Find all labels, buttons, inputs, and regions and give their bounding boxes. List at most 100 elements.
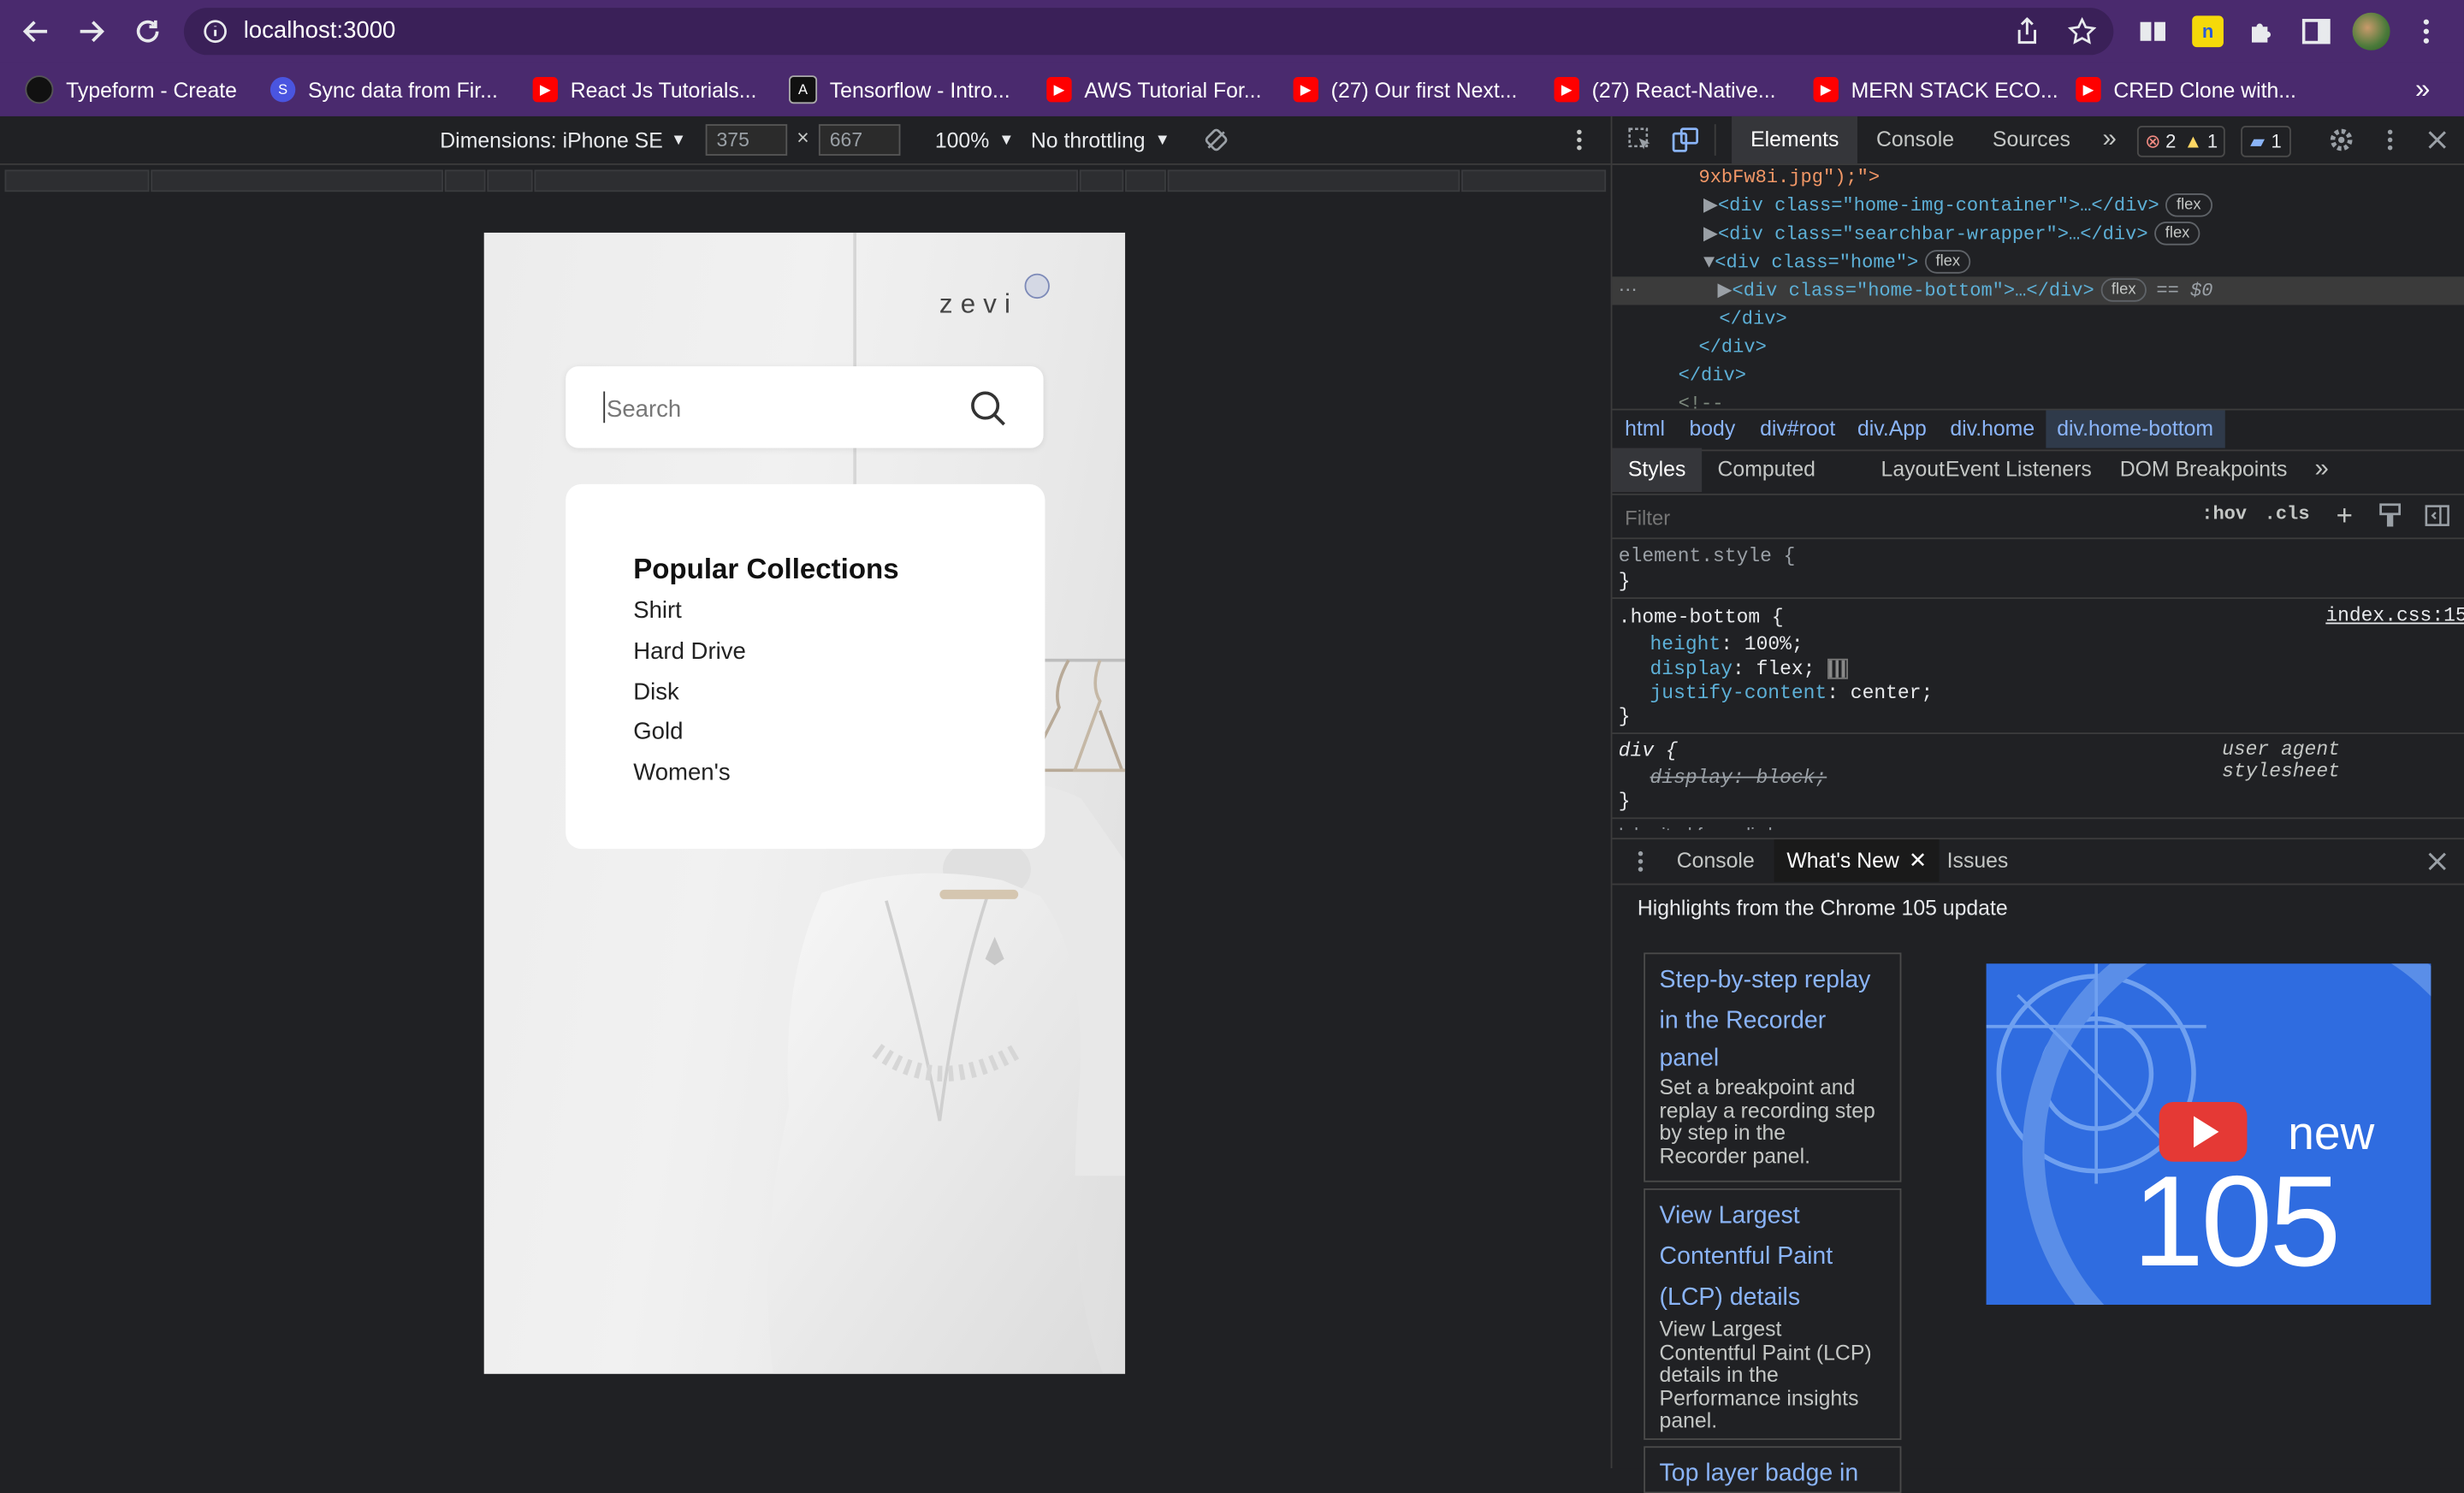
more-bookmarks-button[interactable]: » bbox=[2415, 62, 2430, 116]
bookmark-item[interactable]: ▶ CRED Clone with... bbox=[2076, 62, 2296, 116]
expand-triangle-icon[interactable]: ▶ bbox=[1703, 195, 1718, 217]
tab-search-icon[interactable] bbox=[2137, 15, 2169, 47]
bookmark-star-icon[interactable] bbox=[2066, 15, 2098, 47]
dom-node[interactable]: </div> bbox=[1612, 305, 2464, 333]
breadcrumb-item[interactable]: div.App bbox=[1846, 411, 1938, 448]
bookmark-item[interactable]: ▶ React Js Tutorials... bbox=[532, 62, 756, 116]
bookmark-item[interactable]: S Sync data from Fir... bbox=[270, 62, 498, 116]
bookmark-item[interactable]: Typeform - Create bbox=[25, 62, 237, 116]
forward-arrow-icon[interactable] bbox=[69, 9, 113, 53]
breadcrumb-item[interactable]: body bbox=[1679, 411, 1746, 448]
device-select[interactable]: Dimensions: iPhone SE ▼ bbox=[440, 116, 686, 163]
side-panel-icon[interactable] bbox=[2301, 15, 2332, 47]
collapse-triangle-icon[interactable]: ▼ bbox=[1703, 252, 1715, 274]
feature-card[interactable]: Step-by-step replay in the Recorder pane… bbox=[1644, 952, 1902, 1182]
media-query-segment[interactable] bbox=[444, 169, 486, 193]
drawer-tab-issues[interactable]: Issues bbox=[1934, 839, 2021, 882]
flex-badge[interactable]: flex bbox=[1924, 250, 1971, 275]
dom-node[interactable]: ▶<div class="searchbar-wrapper">…</div> f… bbox=[1612, 220, 2464, 248]
devtools-menu-icon[interactable] bbox=[2376, 126, 2404, 154]
info-icon[interactable] bbox=[203, 19, 228, 44]
flex-badge[interactable]: flex bbox=[2165, 193, 2212, 218]
kebab-menu-icon[interactable] bbox=[2410, 15, 2442, 47]
css-property[interactable]: height: 100%; bbox=[1650, 632, 1804, 657]
tab-sources[interactable]: Sources bbox=[1974, 116, 2089, 163]
bookmark-item[interactable]: ▶ AWS Tutorial For... bbox=[1046, 62, 1261, 116]
settings-gear-icon[interactable] bbox=[2327, 126, 2355, 154]
height-input[interactable] bbox=[818, 124, 901, 156]
dom-node[interactable]: <!-- bbox=[1612, 390, 2464, 408]
source-link[interactable]: index.css:15 bbox=[2325, 605, 2464, 627]
css-property[interactable]: justify-content: center; bbox=[1650, 681, 1934, 706]
breadcrumb-item[interactable]: html bbox=[1614, 411, 1676, 448]
extensions-puzzle-icon[interactable] bbox=[2246, 15, 2277, 47]
collection-item[interactable]: Hard Drive bbox=[633, 638, 746, 665]
drawer-menu-icon[interactable] bbox=[1628, 847, 1653, 875]
flexbox-editor-icon[interactable] bbox=[1827, 659, 1848, 680]
close-tab-icon[interactable]: ✕ bbox=[1909, 839, 1928, 882]
element-style-rule[interactable]: element.style { bbox=[1619, 544, 1796, 569]
media-query-segment[interactable] bbox=[151, 169, 443, 193]
tab-computed[interactable]: Computed bbox=[1702, 448, 1831, 492]
bookmark-item[interactable]: ▶ (27) Our first Next... bbox=[1293, 62, 1517, 116]
expand-triangle-icon[interactable]: ▶ bbox=[1703, 223, 1718, 246]
media-query-segment[interactable] bbox=[1167, 169, 1460, 193]
bookmark-item[interactable]: A Tensorflow - Intro... bbox=[789, 62, 1010, 116]
media-query-segment[interactable] bbox=[1125, 169, 1166, 193]
throttling-select[interactable]: No throttling ▼ bbox=[1031, 116, 1170, 163]
close-icon[interactable] bbox=[2423, 126, 2451, 154]
device-toggle-icon[interactable] bbox=[1672, 126, 1700, 154]
collection-item[interactable]: Gold bbox=[633, 719, 683, 745]
address-bar[interactable]: localhost:3000 bbox=[183, 8, 2114, 56]
profile-avatar[interactable] bbox=[2352, 12, 2390, 50]
media-query-segment[interactable] bbox=[4, 169, 150, 193]
hov-toggle[interactable]: :hov bbox=[2201, 503, 2247, 525]
flex-badge[interactable]: flex bbox=[2153, 222, 2201, 246]
tab-elements[interactable]: Elements bbox=[1732, 116, 1858, 164]
dom-node[interactable]: ▼<div class="home"> flex bbox=[1612, 248, 2464, 276]
media-query-segment[interactable] bbox=[534, 169, 1078, 193]
tab-event-listeners[interactable]: Event Listeners bbox=[1929, 448, 2107, 492]
sidebar-toggle-icon[interactable] bbox=[2423, 501, 2451, 530]
search-icon[interactable] bbox=[968, 388, 1009, 430]
collection-item[interactable]: Women's bbox=[633, 759, 730, 785]
expand-triangle-icon[interactable]: ▶ bbox=[1718, 280, 1732, 302]
rotate-icon[interactable] bbox=[1202, 126, 1230, 154]
feature-card[interactable]: View Largest Contentful Paint (LCP) deta… bbox=[1644, 1188, 1902, 1440]
breadcrumb-item-active[interactable]: div.home-bottom bbox=[2046, 410, 2224, 448]
plus-icon[interactable]: + bbox=[2331, 499, 2359, 530]
inspect-element-icon[interactable] bbox=[1626, 126, 1655, 154]
media-query-segment[interactable] bbox=[1079, 169, 1124, 193]
more-tabs-button[interactable]: » bbox=[2083, 116, 2135, 163]
ellipsis-icon[interactable]: ⋯ bbox=[1619, 280, 1638, 302]
paint-brush-icon[interactable] bbox=[2376, 501, 2404, 530]
css-property[interactable]: display: flex; bbox=[1650, 657, 1848, 682]
search-bar[interactable] bbox=[566, 366, 1044, 448]
issues-counter[interactable]: ⊗ 2 ▲ 1 bbox=[2136, 125, 2226, 157]
share-icon[interactable] bbox=[2013, 17, 2041, 45]
more-subtabs-button[interactable]: » bbox=[2299, 448, 2344, 492]
tab-styles[interactable]: Styles bbox=[1612, 447, 1702, 493]
dom-node[interactable]: </div> bbox=[1612, 334, 2464, 362]
width-input[interactable] bbox=[705, 124, 788, 156]
dom-node[interactable]: 9xbFw8i.jpg");"> bbox=[1612, 163, 2464, 192]
tab-console[interactable]: Console bbox=[1857, 116, 1973, 163]
extension-icon[interactable]: n bbox=[2192, 15, 2224, 48]
feature-card[interactable]: Top layer badge in bbox=[1644, 1446, 1902, 1493]
close-drawer-icon[interactable] bbox=[2423, 847, 2451, 875]
dom-node-selected[interactable]: ⋯ ▶<div class="home-bottom">…</div> flex ==… bbox=[1612, 276, 2464, 305]
zoom-select[interactable]: 100% ▼ bbox=[935, 116, 1015, 163]
device-options-icon[interactable] bbox=[1565, 126, 1593, 154]
bookmark-item[interactable]: ▶ (27) React-Native... bbox=[1554, 62, 1776, 116]
back-arrow-icon[interactable] bbox=[15, 9, 58, 53]
ua-rule[interactable]: div { bbox=[1619, 739, 1678, 764]
drawer-tab-console[interactable]: Console bbox=[1664, 839, 1767, 882]
breadcrumb-item[interactable]: div#root bbox=[1749, 411, 1846, 448]
home-bottom-rule[interactable]: .home-bottom { bbox=[1619, 605, 1784, 630]
filter-input[interactable] bbox=[1621, 500, 2178, 535]
chrome-105-promo-image[interactable]: new 105 bbox=[1986, 963, 2431, 1305]
css-property-overridden[interactable]: display: block; bbox=[1650, 766, 1827, 791]
flex-badge[interactable]: flex bbox=[2100, 278, 2147, 303]
media-query-segment[interactable] bbox=[487, 169, 533, 193]
dom-node[interactable]: </div> bbox=[1612, 362, 2464, 390]
